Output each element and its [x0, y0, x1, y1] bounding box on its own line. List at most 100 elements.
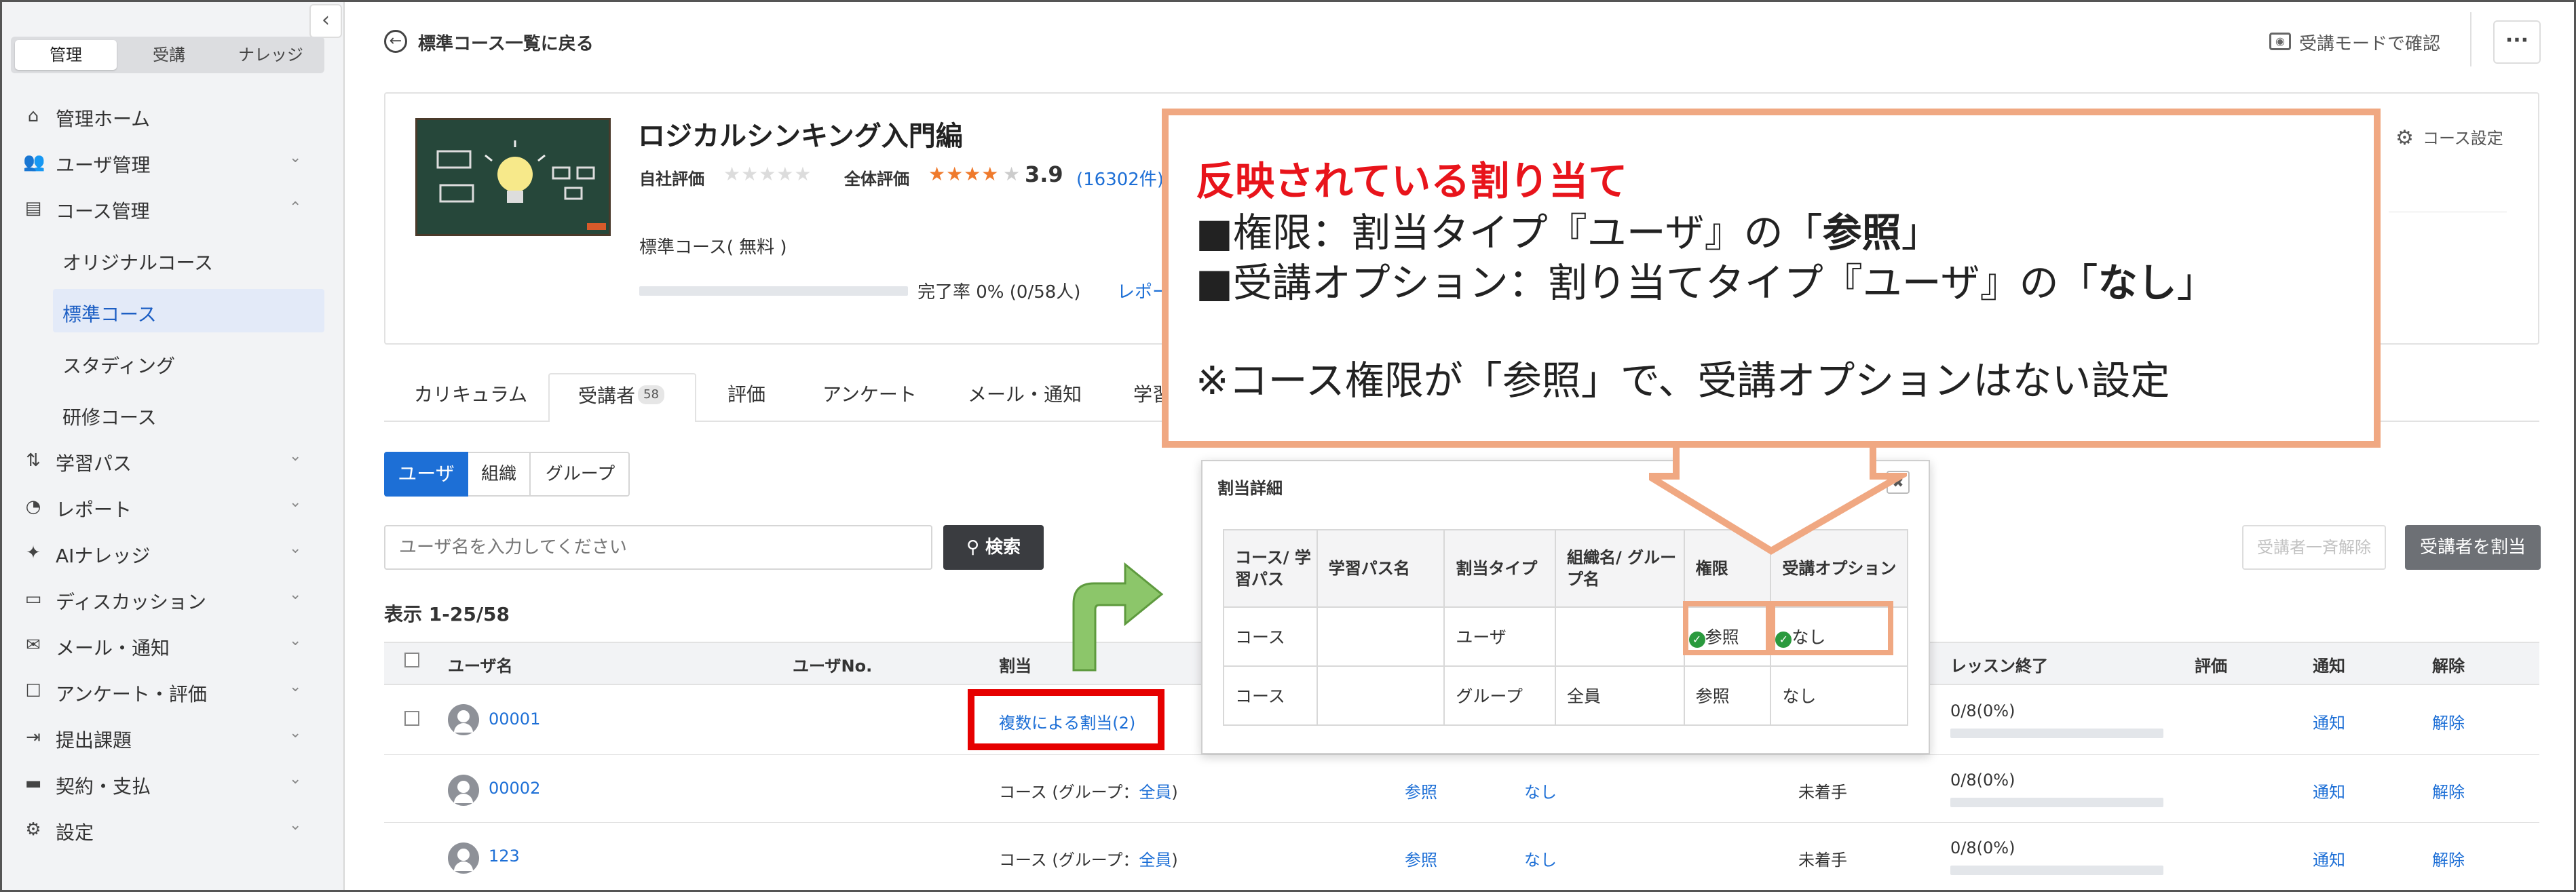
sub-standard-course[interactable]: 標準コース: [53, 289, 324, 332]
mode-tab-admin[interactable]: 管理: [15, 40, 117, 70]
subtab-group[interactable]: グループ: [532, 453, 628, 495]
nav-label: 学習パス: [56, 452, 132, 475]
nav-report[interactable]: ◔ レポート ⌄: [0, 484, 345, 528]
tab-learners[interactable]: 受講者 58: [548, 373, 696, 422]
user-name-link[interactable]: 00001: [489, 710, 540, 729]
chevron-down-icon: ⌄: [289, 771, 302, 788]
back-arrow-icon[interactable]: ←: [384, 30, 407, 53]
nav-course-management[interactable]: ▤ コース管理 ⌃: [0, 186, 345, 229]
nav-label: ユーザ管理: [56, 154, 151, 176]
popup-cell: ユーザ: [1443, 606, 1556, 667]
lesson-progress-bar: [1950, 798, 2163, 807]
nav-settings[interactable]: ⚙ 設定 ⌄: [0, 807, 345, 851]
callout-text: ■受講オプション：割り当てタイプ『ユーザ』の「: [1196, 260, 2098, 306]
card-icon: ▬: [24, 773, 42, 794]
chevron-down-icon: ⌄: [289, 586, 302, 603]
option-link[interactable]: なし: [1524, 779, 1557, 802]
notify-link[interactable]: 通知: [2313, 847, 2345, 870]
mode-tab-knowledge[interactable]: ナレッジ: [220, 40, 322, 70]
popup-cell: [1316, 665, 1445, 726]
chevron-down-icon: ⌄: [289, 448, 302, 465]
nav-submission[interactable]: ⇥ 提出課題 ⌄: [0, 715, 345, 758]
group-link[interactable]: 全員: [1139, 851, 1171, 870]
nav-mail-notification[interactable]: ✉ メール・通知 ⌄: [0, 623, 345, 666]
tab-mail-notification[interactable]: メール・通知: [968, 380, 1082, 407]
mode-tab-learner[interactable]: 受講: [118, 40, 220, 70]
nav-contract-payment[interactable]: ▬ 契約・支払 ⌄: [0, 761, 345, 804]
user-name-link[interactable]: 00002: [489, 779, 540, 798]
popup-group-link[interactable]: 全員: [1555, 665, 1685, 726]
chevron-up-icon: ⌃: [289, 199, 302, 216]
callout-pointer: [1649, 431, 1907, 555]
gear-icon: ⚙: [25, 819, 41, 840]
nav-ai-knowledge[interactable]: ✦ AIナレッジ ⌄: [0, 530, 345, 574]
lesson-progress-text: 0/8(0%): [1950, 701, 2015, 720]
nav-label: コース管理: [56, 200, 150, 222]
release-link[interactable]: 解除: [2432, 779, 2465, 802]
multiple-assignment-link[interactable]: 複数による割当(2): [999, 710, 1135, 733]
notify-link[interactable]: 通知: [2313, 779, 2345, 802]
search-button[interactable]: ⚲ 検索: [943, 525, 1044, 570]
col-user-no[interactable]: ユーザNo.: [793, 653, 872, 676]
permission-link[interactable]: 参照: [1405, 847, 1437, 870]
nav-label: メール・通知: [56, 637, 170, 659]
collapse-sidebar-icon[interactable]: ‹: [309, 4, 342, 38]
clipboard-icon: ▤: [24, 198, 42, 218]
overall-rating-stars: ★★★★: [928, 163, 1000, 185]
bulk-release-button[interactable]: 受講者一斉解除: [2242, 525, 2386, 570]
col-evaluation: 評価: [2195, 657, 2227, 676]
mail-icon: ✉: [26, 635, 41, 655]
sparkle-icon: ✦: [26, 543, 41, 563]
sub-original-course[interactable]: オリジナルコース: [53, 237, 324, 281]
nav-discussion[interactable]: ▭ ディスカッション ⌄: [0, 577, 345, 620]
lesson-progress-text: 0/8(0%): [1950, 771, 2015, 790]
back-link[interactable]: 標準コース一覧に戻る: [418, 30, 594, 55]
user-name-link[interactable]: 123: [489, 847, 520, 866]
select-all-checkbox[interactable]: [404, 653, 419, 667]
nav-admin-home[interactable]: ⌂ 管理ホーム: [0, 94, 345, 137]
assignment-prefix: コース (グループ：: [999, 783, 1139, 802]
lesson-progress-bar: [1950, 729, 2163, 738]
nav-learning-path[interactable]: ⇅ 学習パス ⌄: [0, 438, 345, 482]
tab-curriculum[interactable]: カリキュラム: [414, 380, 527, 407]
subtab-user[interactable]: ユーザ: [384, 452, 468, 497]
sub-training-course[interactable]: 研修コース: [53, 392, 324, 435]
col-lesson-completed[interactable]: レッスン終了: [1950, 653, 2048, 676]
popup-col-path-name: 学習パス名: [1316, 529, 1445, 608]
chevron-down-icon: ⌄: [289, 540, 302, 557]
popup-cell: コース: [1223, 606, 1318, 667]
completion-rate: 完了率 0% (0/58人): [917, 282, 1081, 303]
nav-user-management[interactable]: 👥 ユーザ管理 ⌄: [0, 140, 345, 183]
group-link[interactable]: 全員: [1139, 783, 1171, 802]
subtab-organization[interactable]: 組織: [468, 453, 531, 495]
group-avatar: [448, 842, 479, 874]
nav-survey-evaluation[interactable]: ☐ アンケート・評価 ⌄: [0, 669, 345, 712]
eye-icon: ◉: [2269, 33, 2291, 50]
review-count-link[interactable]: (16302件): [1076, 166, 1164, 191]
user-search-input[interactable]: [384, 525, 932, 570]
chevron-down-icon: ⌄: [289, 724, 302, 741]
col-release: 解除: [2432, 657, 2465, 676]
row-checkbox[interactable]: [404, 711, 419, 726]
assignment-prefix: コース (グループ：: [999, 851, 1139, 870]
notify-link[interactable]: 通知: [2313, 710, 2345, 733]
display-count: 表示 1-25/58: [384, 603, 510, 625]
sub-studying[interactable]: スタディング: [53, 341, 324, 384]
permission-link[interactable]: 参照: [1405, 779, 1437, 802]
course-settings-link[interactable]: コース設定: [2423, 125, 2503, 149]
assign-learners-button[interactable]: 受講者を割当: [2405, 525, 2541, 570]
release-link[interactable]: 解除: [2432, 847, 2465, 870]
more-menu-button[interactable]: ···: [2493, 20, 2541, 64]
preview-learner-mode-link[interactable]: 受講モードで確認: [2299, 30, 2440, 55]
col-assignment: 割当: [999, 657, 1031, 676]
popup-cell: [1316, 606, 1445, 667]
callout-note: ※コース権限が「参照」で、受講オプションはない設定: [1196, 357, 2170, 404]
avatar: [448, 704, 479, 735]
tab-evaluation[interactable]: 評価: [727, 380, 765, 407]
tab-survey[interactable]: アンケート: [822, 380, 917, 407]
release-link[interactable]: 解除: [2432, 710, 2465, 733]
col-user-name[interactable]: ユーザ名: [448, 653, 513, 676]
tab-learners-label: 受講者: [578, 385, 636, 407]
course-title: ロジカルシンキング入門編: [638, 121, 963, 152]
option-link[interactable]: なし: [1524, 847, 1557, 870]
